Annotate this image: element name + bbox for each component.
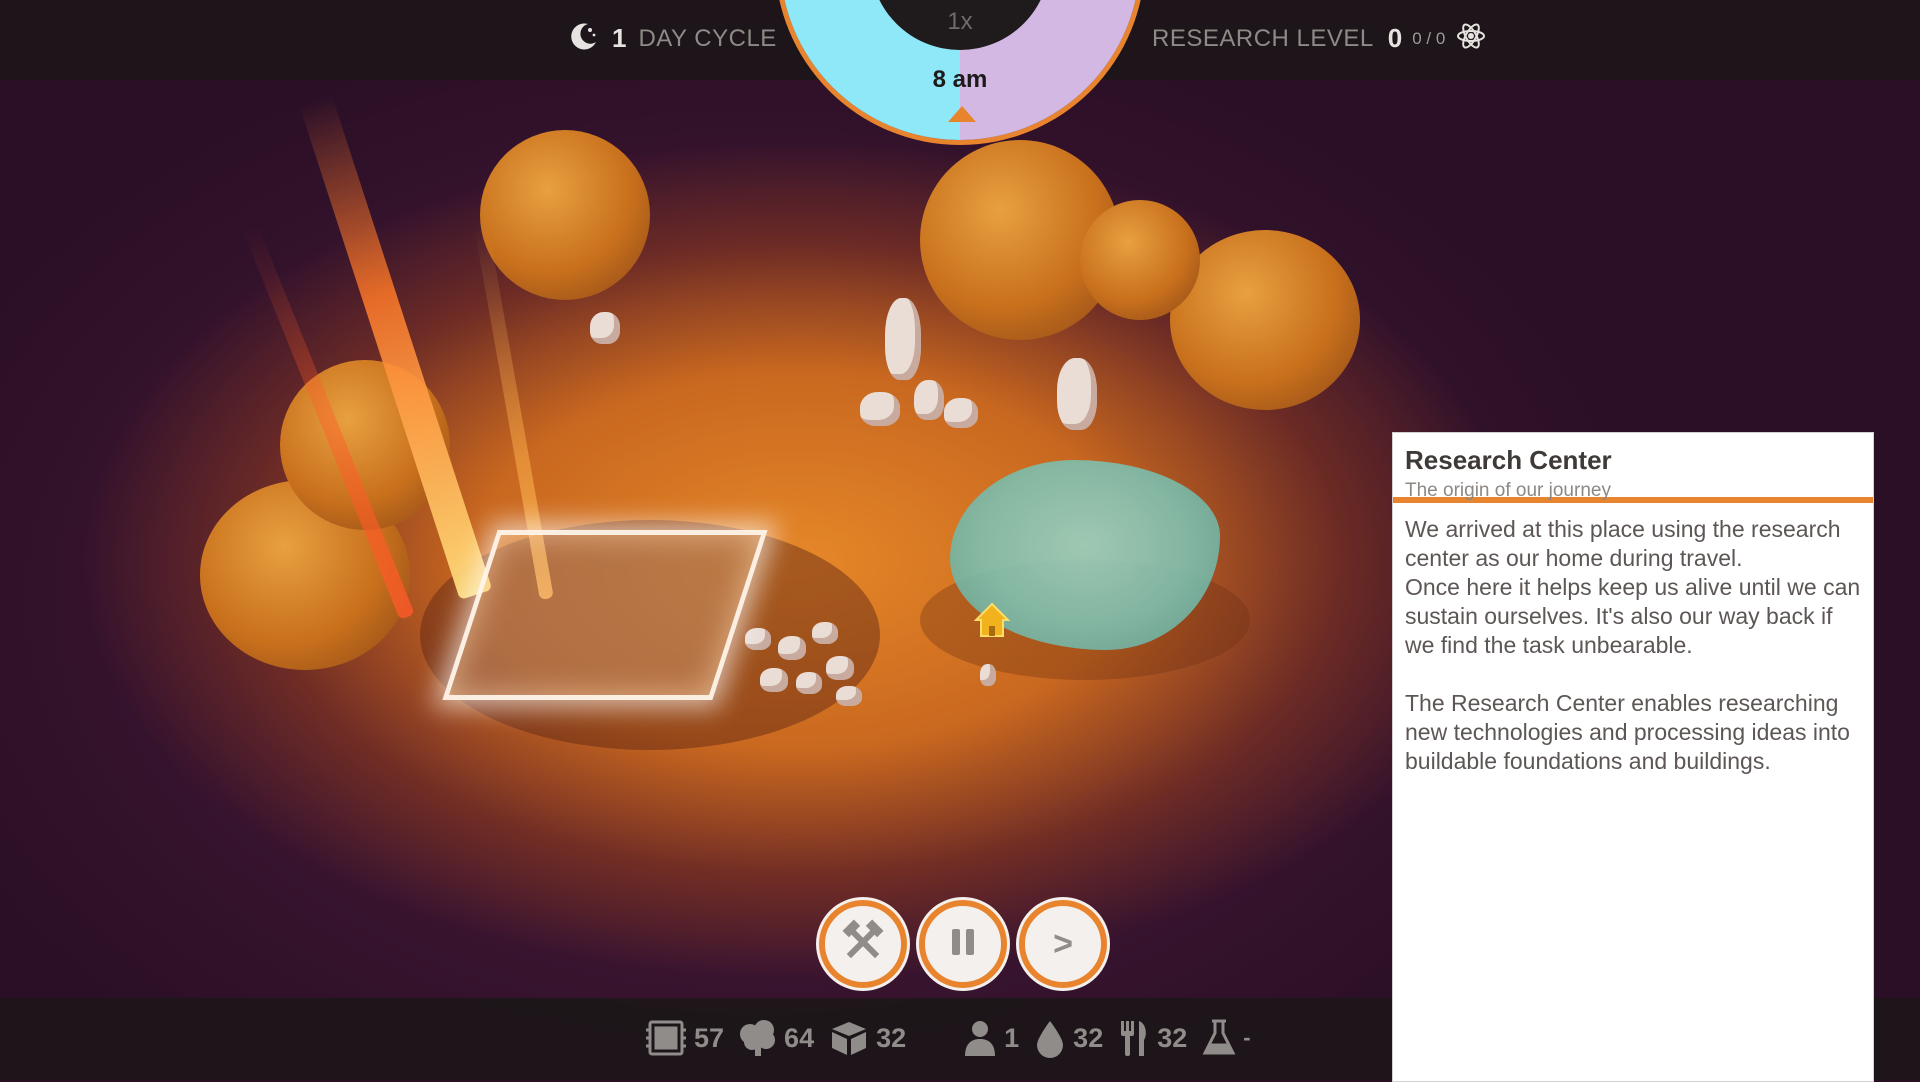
pause-button[interactable] xyxy=(919,900,1007,988)
house-icon[interactable] xyxy=(972,600,1012,640)
resource-materials[interactable]: 32 xyxy=(828,1018,906,1058)
research-progress: 0 / 0 xyxy=(1412,28,1446,48)
research-level-value: 0 xyxy=(1387,23,1403,53)
research-level: RESEARCH LEVEL 0 0 / 0 xyxy=(1152,20,1487,57)
resource-chips[interactable]: 57 xyxy=(644,1018,724,1058)
standing-stone xyxy=(1057,358,1097,430)
resource-value: 1 xyxy=(1004,1022,1020,1053)
info-paragraph: The Research Center enables researching … xyxy=(1405,690,1850,774)
rock-pile xyxy=(760,668,788,692)
resource-list: 57 64 32 1 32 32 - xyxy=(644,1018,1265,1058)
rock xyxy=(860,392,900,426)
resource-value: 64 xyxy=(784,1022,815,1053)
pause-icon xyxy=(943,922,983,967)
day-count: 1 xyxy=(612,23,627,53)
time-of-day: 8 am xyxy=(932,66,988,93)
resource-water[interactable]: 32 xyxy=(1033,1018,1103,1058)
game-speed: 1x xyxy=(947,8,973,35)
building-info-panel: Research Center The origin of our journe… xyxy=(1392,432,1874,1082)
info-paragraph: We arrived at this place using the resea… xyxy=(1405,516,1861,658)
rock-pile xyxy=(796,672,822,694)
research-center-building[interactable] xyxy=(442,530,768,700)
resource-research[interactable]: - xyxy=(1201,1018,1251,1058)
water-drop-icon xyxy=(1033,1018,1067,1058)
tree-icon xyxy=(738,1018,778,1058)
tree-right-small xyxy=(1080,200,1200,320)
speed-up-button[interactable]: > xyxy=(1019,900,1107,988)
hammer-pick-icon xyxy=(839,918,887,971)
rock-pile xyxy=(826,656,854,680)
person-icon xyxy=(962,1018,998,1058)
rock xyxy=(944,398,978,428)
rock-pile xyxy=(745,628,771,650)
day-cycle-label: DAY CYCLE xyxy=(638,24,777,52)
resource-value: 32 xyxy=(1157,1022,1188,1053)
clock-pointer-icon xyxy=(948,106,976,122)
atom-icon xyxy=(1455,20,1487,57)
rock-pile xyxy=(778,636,806,660)
rock-pile xyxy=(836,686,862,706)
resource-value: 32 xyxy=(1073,1022,1104,1053)
fork-knife-icon xyxy=(1117,1018,1151,1058)
moon-icon xyxy=(568,20,600,57)
info-panel-header: Research Center The origin of our journe… xyxy=(1393,433,1873,503)
small-stone xyxy=(980,664,996,686)
resource-value: 32 xyxy=(876,1022,907,1053)
standing-stone xyxy=(885,298,921,380)
info-panel-body: We arrived at this place using the resea… xyxy=(1393,503,1873,776)
tree-left-top xyxy=(480,130,650,300)
build-button[interactable] xyxy=(819,900,907,988)
resource-value: 57 xyxy=(694,1022,725,1053)
info-panel-subtitle: The origin of our journey xyxy=(1405,480,1611,501)
resource-value: - xyxy=(1243,1025,1251,1050)
chip-icon xyxy=(644,1018,688,1058)
box-icon xyxy=(828,1018,870,1058)
resource-food[interactable]: 32 xyxy=(1117,1018,1187,1058)
day-cycle-counter: 1 DAY CYCLE xyxy=(568,20,777,57)
research-level-label: RESEARCH LEVEL xyxy=(1152,24,1374,52)
resource-wood[interactable]: 64 xyxy=(738,1018,814,1058)
rock xyxy=(590,312,620,344)
speed-up-label: > xyxy=(1053,924,1073,963)
flask-icon xyxy=(1201,1018,1237,1058)
rock-pile xyxy=(812,622,838,644)
rock xyxy=(914,380,944,420)
info-panel-title: Research Center xyxy=(1405,445,1612,475)
resource-population[interactable]: 1 xyxy=(962,1018,1019,1058)
